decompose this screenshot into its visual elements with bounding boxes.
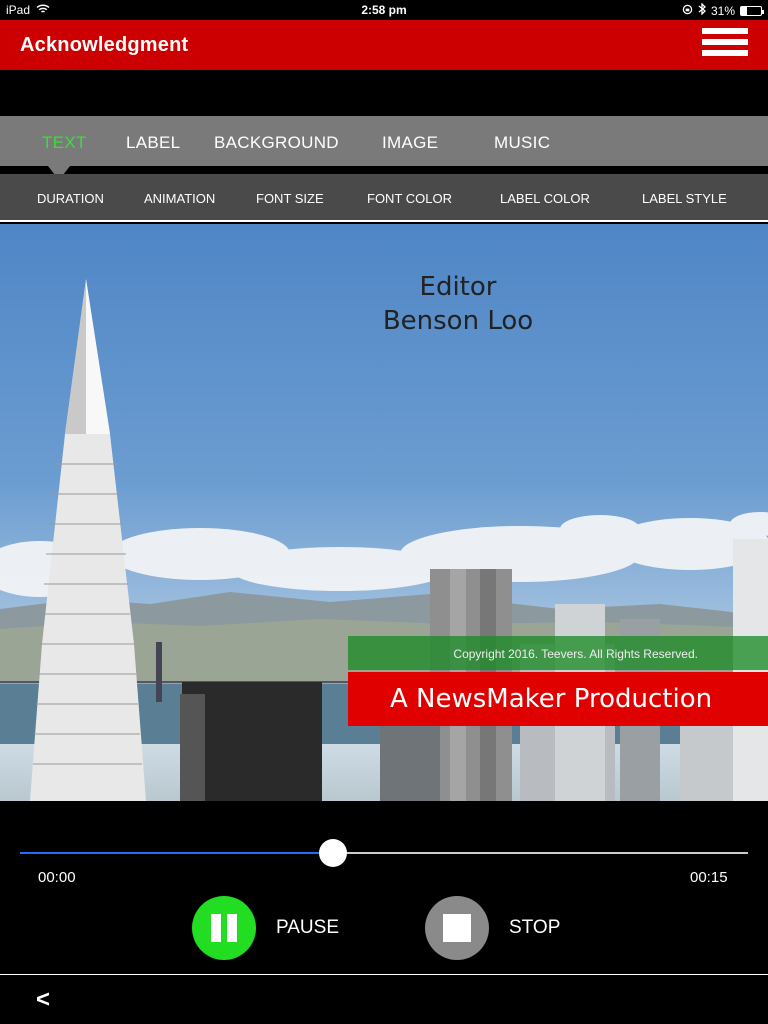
stop-label[interactable]: STOP xyxy=(509,917,560,939)
battery-icon xyxy=(740,5,764,16)
status-bar: iPad 2:58 pm 31% xyxy=(0,0,768,20)
hamburger-menu-icon[interactable] xyxy=(702,28,748,62)
battery-percent: 31% xyxy=(710,3,735,18)
page-title: Acknowledgment xyxy=(20,34,189,56)
production-label: A NewsMaker Production xyxy=(348,672,768,726)
pause-button[interactable] xyxy=(192,896,256,960)
orientation-lock-icon xyxy=(682,4,693,18)
copyright-text: Copyright 2016. Teevers. All Rights Rese… xyxy=(453,647,698,661)
timeline-slider[interactable] xyxy=(20,839,748,867)
back-button[interactable]: < xyxy=(36,986,50,1014)
divider xyxy=(0,974,768,975)
copyright-label: Copyright 2016. Teevers. All Rights Rese… xyxy=(348,636,768,670)
preview-name-line: Benson Loo xyxy=(382,306,534,336)
production-text: A NewsMaker Production xyxy=(390,684,713,714)
preview-title-line: Editor xyxy=(419,272,497,302)
current-time: 00:00 xyxy=(38,869,76,886)
stop-icon xyxy=(443,914,471,942)
sub-tabs: DURATION ANIMATION FONT SIZE FONT COLOR … xyxy=(0,174,768,222)
tab-text[interactable]: TEXT xyxy=(42,133,87,153)
bluetooth-icon xyxy=(698,2,706,18)
video-preview: Editor Benson Loo Copyright 2016. Teever… xyxy=(0,224,768,801)
subtab-font-size[interactable]: FONT SIZE xyxy=(256,191,324,206)
menu-bar xyxy=(702,28,748,34)
timeline-thumb[interactable] xyxy=(319,839,348,867)
tab-image[interactable]: IMAGE xyxy=(382,133,438,153)
subtab-animation[interactable]: ANIMATION xyxy=(144,191,215,206)
subtab-label-style[interactable]: LABEL STYLE xyxy=(642,191,727,206)
stop-button[interactable] xyxy=(425,896,489,960)
status-right: 31% xyxy=(682,2,764,18)
menu-bar xyxy=(702,50,748,56)
pause-icon-bar xyxy=(211,914,221,942)
status-time: 2:58 pm xyxy=(361,3,407,17)
pause-label[interactable]: PAUSE xyxy=(276,917,339,939)
battery-level xyxy=(741,6,748,15)
timeline-progress xyxy=(20,852,334,854)
subtab-label-color[interactable]: LABEL COLOR xyxy=(500,191,590,206)
end-time: 00:15 xyxy=(690,869,728,886)
tab-background[interactable]: BACKGROUND xyxy=(214,133,339,153)
subtab-duration[interactable]: DURATION xyxy=(37,191,104,206)
app-header: Acknowledgment xyxy=(0,20,768,70)
pause-icon-bar xyxy=(227,914,237,942)
main-tabs: TEXT LABEL BACKGROUND IMAGE MUSIC xyxy=(0,116,768,166)
tab-label[interactable]: LABEL xyxy=(126,133,180,153)
tab-music[interactable]: MUSIC xyxy=(494,133,550,153)
menu-bar xyxy=(702,39,748,45)
subtab-font-color[interactable]: FONT COLOR xyxy=(367,191,452,206)
